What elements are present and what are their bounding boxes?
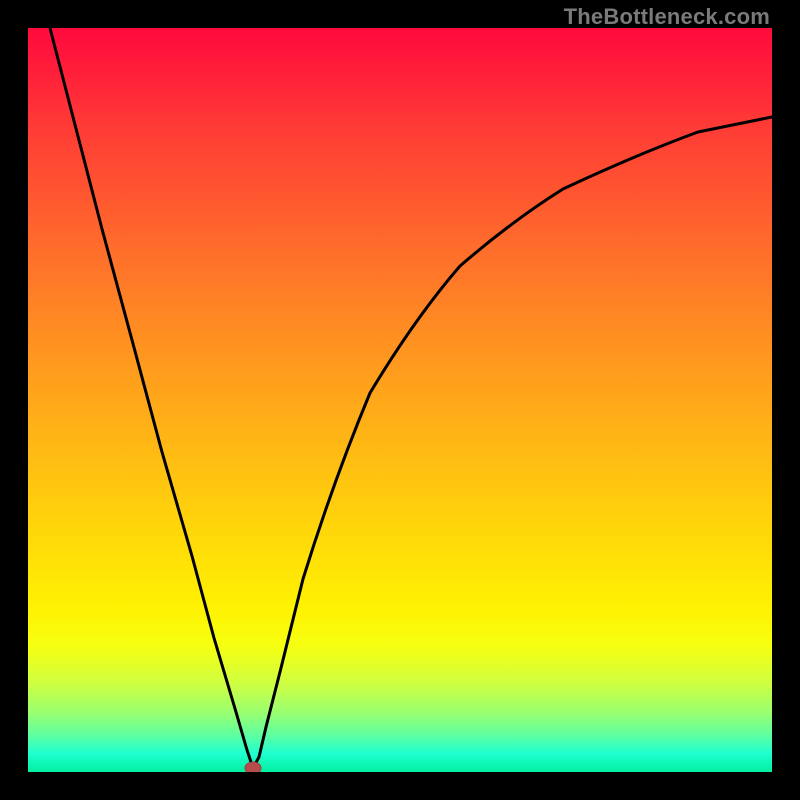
bottleneck-marker — [245, 762, 261, 772]
chart-frame: TheBottleneck.com — [0, 0, 800, 800]
curve-group — [50, 28, 772, 772]
plot-area — [28, 28, 772, 772]
curve-svg — [28, 28, 772, 772]
bottleneck-curve — [50, 28, 772, 768]
watermark-text: TheBottleneck.com — [564, 4, 770, 30]
